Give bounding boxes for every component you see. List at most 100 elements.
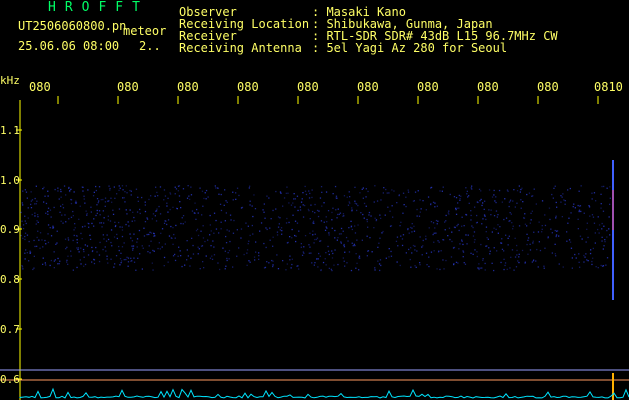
noise-speck — [99, 222, 101, 224]
noise-speck — [92, 195, 95, 197]
noise-speck — [291, 263, 293, 266]
noise-speck — [254, 259, 256, 261]
noise-speck — [366, 220, 368, 223]
noise-speck — [526, 193, 528, 196]
noise-speck — [275, 190, 277, 193]
noise-speck — [276, 254, 278, 256]
noise-speck — [334, 249, 336, 251]
noise-speck — [510, 213, 512, 215]
noise-speck — [47, 241, 50, 244]
noise-speck — [359, 192, 361, 194]
noise-speck — [350, 225, 353, 227]
noise-speck — [589, 252, 592, 255]
noise-speck — [413, 230, 416, 232]
noise-speck — [189, 265, 191, 267]
noise-speck — [579, 235, 582, 237]
noise-speck — [452, 247, 455, 249]
noise-speck — [103, 217, 105, 219]
noise-speck — [320, 186, 323, 188]
noise-speck — [412, 200, 415, 202]
noise-speck — [521, 187, 523, 189]
noise-speck — [455, 208, 457, 211]
noise-speck — [205, 255, 207, 257]
noise-speck — [70, 202, 73, 205]
noise-speck — [175, 188, 178, 190]
noise-speck — [171, 237, 173, 239]
noise-speck — [280, 192, 282, 194]
noise-speck — [83, 256, 85, 258]
noise-speck — [484, 269, 486, 271]
noise-speck — [175, 224, 177, 227]
noise-speck — [544, 214, 546, 216]
noise-speck — [52, 227, 54, 229]
noise-speck — [34, 197, 36, 200]
noise-speck — [30, 200, 32, 202]
noise-speck — [438, 241, 440, 243]
noise-speck — [143, 235, 146, 237]
noise-speck — [397, 245, 399, 247]
noise-speck — [449, 238, 451, 241]
noise-speck — [49, 209, 52, 211]
noise-speck — [215, 187, 217, 189]
noise-speck — [408, 232, 410, 234]
noise-speck — [415, 266, 417, 268]
noise-speck — [451, 231, 453, 233]
noise-speck — [524, 261, 526, 263]
noise-speck — [529, 249, 532, 251]
noise-speck — [186, 249, 188, 251]
noise-speck — [509, 267, 511, 269]
noise-speck — [591, 263, 593, 266]
noise-speck — [358, 255, 361, 257]
noise-speck — [558, 235, 560, 237]
noise-speck — [34, 245, 36, 248]
noise-speck — [118, 208, 121, 210]
noise-speck — [45, 202, 48, 205]
noise-speck — [544, 224, 547, 227]
noise-speck — [458, 207, 460, 209]
noise-speck — [496, 216, 498, 218]
noise-speck — [508, 201, 511, 203]
noise-speck — [388, 256, 390, 258]
noise-speck — [163, 265, 165, 267]
noise-speck — [213, 254, 216, 256]
noise-speck — [476, 251, 478, 253]
noise-speck — [38, 239, 40, 241]
noise-speck — [409, 258, 411, 261]
noise-speck — [305, 193, 308, 196]
noise-speck — [359, 257, 361, 259]
x-tick-label: 080 — [477, 80, 499, 94]
noise-speck — [566, 240, 568, 242]
noise-speck — [57, 187, 59, 189]
noise-speck — [601, 185, 603, 188]
noise-speck — [591, 214, 594, 216]
noise-speck — [22, 190, 24, 192]
noise-speck — [96, 204, 98, 206]
noise-speck — [530, 219, 532, 221]
noise-speck — [318, 252, 320, 255]
noise-speck — [444, 229, 446, 231]
noise-speck — [122, 189, 124, 191]
noise-speck — [481, 223, 483, 225]
noise-speck — [555, 255, 557, 257]
noise-speck — [291, 237, 293, 239]
noise-speck — [65, 221, 67, 223]
noise-speck — [367, 190, 369, 193]
noise-speck — [456, 207, 458, 209]
noise-speck — [606, 236, 608, 238]
noise-speck — [253, 194, 255, 196]
noise-speck — [220, 228, 222, 230]
noise-speck — [113, 266, 115, 268]
noise-speck — [385, 257, 387, 259]
noise-speck — [495, 210, 498, 212]
noise-speck — [172, 206, 174, 208]
noise-speck — [342, 213, 345, 215]
noise-speck — [98, 260, 101, 263]
noise-speck — [184, 264, 186, 266]
noise-speck — [433, 232, 435, 234]
noise-speck — [28, 240, 30, 243]
noise-speck — [197, 212, 199, 214]
noise-speck — [351, 228, 353, 231]
noise-speck — [478, 263, 480, 265]
noise-speck — [153, 250, 155, 252]
noise-speck — [300, 201, 303, 203]
